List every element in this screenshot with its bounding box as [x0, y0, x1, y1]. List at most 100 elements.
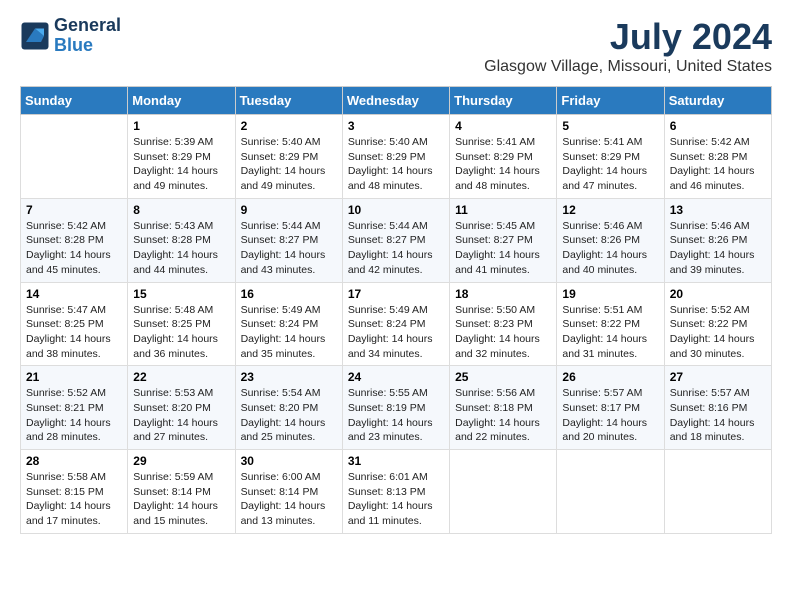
day-info: Sunrise: 5:42 AMSunset: 8:28 PMDaylight:…: [26, 219, 122, 278]
calendar-cell: 2 Sunrise: 5:40 AMSunset: 8:29 PMDaylight…: [235, 115, 342, 199]
day-info: Sunrise: 5:54 AMSunset: 8:20 PMDaylight:…: [241, 386, 337, 445]
calendar-cell: 24 Sunrise: 5:55 AMSunset: 8:19 PMDayligh…: [342, 366, 449, 450]
day-info: Sunrise: 5:53 AMSunset: 8:20 PMDaylight:…: [133, 386, 229, 445]
day-number: 9: [241, 203, 337, 217]
calendar-cell: 5Sunrise: 5:41 AMSunset: 8:29 PMDaylight…: [557, 115, 664, 199]
logo-general: General: [54, 16, 121, 36]
day-info: Sunrise: 5:43 AMSunset: 8:28 PMDaylight:…: [133, 219, 229, 278]
main-title: July 2024: [484, 16, 772, 58]
calendar-cell: 1 Sunrise: 5:39 AMSunset: 8:29 PMDaylight…: [128, 115, 235, 199]
calendar-cell: 19Sunrise: 5:51 AMSunset: 8:22 PMDayligh…: [557, 282, 664, 366]
calendar-cell: 21 Sunrise: 5:52 AMSunset: 8:21 PMDayligh…: [21, 366, 128, 450]
day-info: Sunrise: 5:39 AMSunset: 8:29 PMDaylight:…: [133, 135, 229, 194]
day-number: 21: [26, 370, 122, 384]
day-number: 10: [348, 203, 444, 217]
calendar-cell: [664, 450, 771, 534]
calendar-cell: 8 Sunrise: 5:43 AMSunset: 8:28 PMDaylight…: [128, 198, 235, 282]
logo-blue: Blue: [54, 36, 121, 56]
day-header-friday: Friday: [557, 87, 664, 115]
calendar-cell: [450, 450, 557, 534]
day-info: Sunrise: 5:49 AMSunset: 8:24 PMDaylight:…: [348, 303, 444, 362]
day-info: Sunrise: 6:01 AMSunset: 8:13 PMDaylight:…: [348, 470, 444, 529]
day-info: Sunrise: 5:55 AMSunset: 8:19 PMDaylight:…: [348, 386, 444, 445]
day-info: Sunrise: 5:45 AMSunset: 8:27 PMDaylight:…: [455, 219, 551, 278]
calendar-cell: 3 Sunrise: 5:40 AMSunset: 8:29 PMDaylight…: [342, 115, 449, 199]
calendar-cell: 25Sunrise: 5:56 AMSunset: 8:18 PMDayligh…: [450, 366, 557, 450]
day-number: 12: [562, 203, 658, 217]
day-number: 30: [241, 454, 337, 468]
day-number: 23: [241, 370, 337, 384]
day-info: Sunrise: 5:44 AMSunset: 8:27 PMDaylight:…: [241, 219, 337, 278]
header: General Blue July 2024 Glasgow Village, …: [20, 16, 772, 76]
day-info: Sunrise: 5:52 AMSunset: 8:21 PMDaylight:…: [26, 386, 122, 445]
day-number: 4: [455, 119, 551, 133]
day-info: Sunrise: 5:59 AMSunset: 8:14 PMDaylight:…: [133, 470, 229, 529]
calendar-cell: 10 Sunrise: 5:44 AMSunset: 8:27 PMDayligh…: [342, 198, 449, 282]
calendar-cell: 7 Sunrise: 5:42 AMSunset: 8:28 PMDaylight…: [21, 198, 128, 282]
day-info: Sunrise: 5:52 AMSunset: 8:22 PMDaylight:…: [670, 303, 766, 362]
day-info: Sunrise: 5:41 AMSunset: 8:29 PMDaylight:…: [562, 135, 658, 194]
calendar-cell: 29 Sunrise: 5:59 AMSunset: 8:14 PMDayligh…: [128, 450, 235, 534]
day-info: Sunrise: 5:40 AMSunset: 8:29 PMDaylight:…: [241, 135, 337, 194]
calendar-cell: 17 Sunrise: 5:49 AMSunset: 8:24 PMDayligh…: [342, 282, 449, 366]
day-number: 14: [26, 287, 122, 301]
day-number: 28: [26, 454, 122, 468]
day-info: Sunrise: 5:47 AMSunset: 8:25 PMDaylight:…: [26, 303, 122, 362]
day-info: Sunrise: 5:57 AMSunset: 8:16 PMDaylight:…: [670, 386, 766, 445]
day-number: 1: [133, 119, 229, 133]
logo-icon: [20, 21, 50, 51]
week-row-4: 21 Sunrise: 5:52 AMSunset: 8:21 PMDayligh…: [21, 366, 772, 450]
day-header-saturday: Saturday: [664, 87, 771, 115]
day-header-thursday: Thursday: [450, 87, 557, 115]
week-row-2: 7 Sunrise: 5:42 AMSunset: 8:28 PMDaylight…: [21, 198, 772, 282]
week-row-5: 28 Sunrise: 5:58 AMSunset: 8:15 PMDayligh…: [21, 450, 772, 534]
day-number: 6: [670, 119, 766, 133]
day-number: 2: [241, 119, 337, 133]
day-info: Sunrise: 5:50 AMSunset: 8:23 PMDaylight:…: [455, 303, 551, 362]
calendar-cell: 27 Sunrise: 5:57 AMSunset: 8:16 PMDayligh…: [664, 366, 771, 450]
calendar-cell: [557, 450, 664, 534]
day-number: 15: [133, 287, 229, 301]
day-number: 7: [26, 203, 122, 217]
day-number: 25: [455, 370, 551, 384]
calendar-cell: 31Sunrise: 6:01 AMSunset: 8:13 PMDayligh…: [342, 450, 449, 534]
day-number: 27: [670, 370, 766, 384]
day-number: 3: [348, 119, 444, 133]
calendar-cell: 30 Sunrise: 6:00 AMSunset: 8:14 PMDayligh…: [235, 450, 342, 534]
day-info: Sunrise: 5:44 AMSunset: 8:27 PMDaylight:…: [348, 219, 444, 278]
day-info: Sunrise: 5:46 AMSunset: 8:26 PMDaylight:…: [562, 219, 658, 278]
day-number: 16: [241, 287, 337, 301]
calendar-cell: 16 Sunrise: 5:49 AMSunset: 8:24 PMDayligh…: [235, 282, 342, 366]
day-info: Sunrise: 5:58 AMSunset: 8:15 PMDaylight:…: [26, 470, 122, 529]
day-number: 24: [348, 370, 444, 384]
logo: General Blue: [20, 16, 121, 56]
day-info: Sunrise: 5:40 AMSunset: 8:29 PMDaylight:…: [348, 135, 444, 194]
calendar-cell: 9 Sunrise: 5:44 AMSunset: 8:27 PMDaylight…: [235, 198, 342, 282]
day-info: Sunrise: 6:00 AMSunset: 8:14 PMDaylight:…: [241, 470, 337, 529]
day-info: Sunrise: 5:57 AMSunset: 8:17 PMDaylight:…: [562, 386, 658, 445]
calendar-cell: 20 Sunrise: 5:52 AMSunset: 8:22 PMDayligh…: [664, 282, 771, 366]
week-row-3: 14 Sunrise: 5:47 AMSunset: 8:25 PMDayligh…: [21, 282, 772, 366]
day-number: 18: [455, 287, 551, 301]
day-number: 8: [133, 203, 229, 217]
calendar-cell: 11 Sunrise: 5:45 AMSunset: 8:27 PMDayligh…: [450, 198, 557, 282]
calendar-cell: 18 Sunrise: 5:50 AMSunset: 8:23 PMDayligh…: [450, 282, 557, 366]
day-info: Sunrise: 5:49 AMSunset: 8:24 PMDaylight:…: [241, 303, 337, 362]
day-info: Sunrise: 5:51 AMSunset: 8:22 PMDaylight:…: [562, 303, 658, 362]
day-number: 29: [133, 454, 229, 468]
calendar-cell: 15Sunrise: 5:48 AMSunset: 8:25 PMDayligh…: [128, 282, 235, 366]
day-number: 11: [455, 203, 551, 217]
day-header-monday: Monday: [128, 87, 235, 115]
day-info: Sunrise: 5:41 AMSunset: 8:29 PMDaylight:…: [455, 135, 551, 194]
day-number: 26: [562, 370, 658, 384]
calendar-table: SundayMondayTuesdayWednesdayThursdayFrid…: [20, 86, 772, 534]
title-area: July 2024 Glasgow Village, Missouri, Uni…: [484, 16, 772, 76]
day-number: 20: [670, 287, 766, 301]
calendar-cell: 14 Sunrise: 5:47 AMSunset: 8:25 PMDayligh…: [21, 282, 128, 366]
calendar-cell: 6 Sunrise: 5:42 AMSunset: 8:28 PMDaylight…: [664, 115, 771, 199]
day-header-sunday: Sunday: [21, 87, 128, 115]
calendar-cell: 13Sunrise: 5:46 AMSunset: 8:26 PMDayligh…: [664, 198, 771, 282]
day-info: Sunrise: 5:42 AMSunset: 8:28 PMDaylight:…: [670, 135, 766, 194]
day-header-tuesday: Tuesday: [235, 87, 342, 115]
day-number: 17: [348, 287, 444, 301]
